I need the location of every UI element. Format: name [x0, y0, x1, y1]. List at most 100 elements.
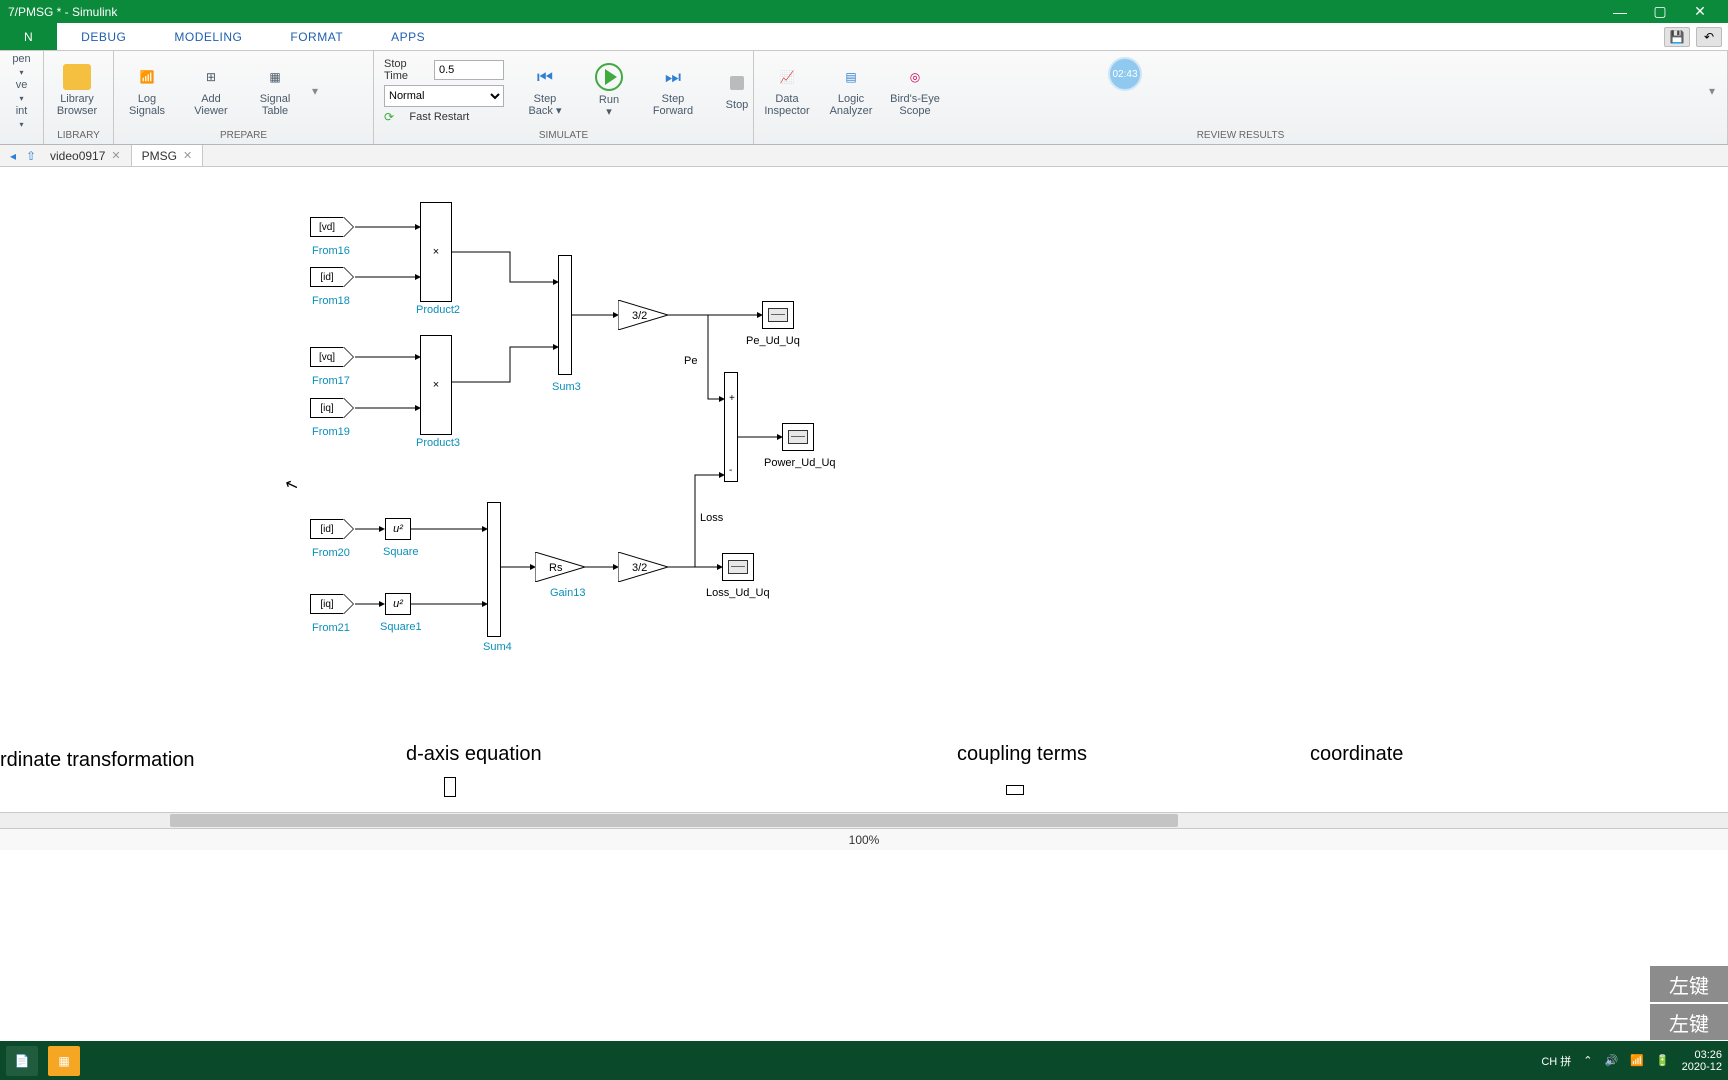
gain-rs-block[interactable]: Rs	[535, 552, 585, 582]
undo-icon[interactable]: ↶	[1696, 27, 1722, 47]
logic-analyzer-button[interactable]: ▤Logic Analyzer	[824, 64, 878, 117]
run-button[interactable]: Run ▾	[582, 63, 636, 118]
clock[interactable]: 03:26	[1682, 1049, 1722, 1061]
block-label: Product2	[416, 304, 460, 316]
save-icon[interactable]: 💾	[1664, 27, 1690, 47]
sum4-block[interactable]	[487, 502, 501, 637]
scope-pe[interactable]	[762, 301, 794, 329]
tray-wifi-icon[interactable]: 📶	[1630, 1054, 1644, 1067]
group-simulate: SIMULATE	[380, 128, 747, 142]
wifi-icon: 📶	[133, 64, 161, 90]
overlay-text: 左键	[1650, 1004, 1728, 1040]
sum3-block[interactable]	[558, 255, 572, 375]
nav-back-icon[interactable]: ◂	[4, 148, 22, 164]
file-tab-pmsg[interactable]: PMSG✕	[132, 145, 204, 166]
close-button[interactable]: ✕	[1680, 3, 1720, 20]
viewer-icon: ⊞	[197, 64, 225, 90]
tray-chevron-icon[interactable]: ⌃	[1583, 1054, 1592, 1067]
sim-mode-select[interactable]: Normal	[384, 85, 504, 107]
scroll-thumb[interactable]	[170, 814, 1178, 827]
ime-indicator[interactable]: CH 拼	[1541, 1053, 1571, 1069]
eye-icon: ◎	[901, 64, 929, 90]
step-back-button[interactable]: ⏮Step Back ▾	[518, 64, 572, 117]
square1-block[interactable]: u²	[385, 593, 411, 615]
signal-table-button[interactable]: ▦Signal Table	[248, 64, 302, 117]
annotation: d-axis equation	[406, 743, 542, 766]
tab-format[interactable]: FORMAT	[266, 23, 367, 50]
group-review: REVIEW RESULTS	[760, 128, 1721, 142]
table-icon: ▦	[261, 64, 289, 90]
add-viewer-button[interactable]: ⊞Add Viewer	[184, 64, 238, 117]
svg-text:3/2: 3/2	[632, 562, 647, 574]
tray-battery-icon[interactable]: 🔋	[1656, 1054, 1670, 1067]
library-browser-button[interactable]: Library Browser	[50, 64, 104, 117]
window-title: 7/PMSG * - Simulink	[8, 5, 1600, 19]
block-label: From21	[312, 622, 350, 634]
nav-up-icon[interactable]: ⇧	[22, 148, 40, 164]
nav-bar: ◂ ⇧ video0917✕ PMSG✕	[0, 145, 1728, 167]
step-forward-icon: ⏭	[659, 64, 687, 90]
tab-simulation[interactable]: N	[0, 23, 57, 50]
save-button[interactable]: ve	[16, 79, 28, 91]
taskbar[interactable]: 📄 ▦ CH 拼 ⌃ 🔊 📶 🔋 03:26 2020-12	[0, 1041, 1728, 1080]
scope-label: Loss_Ud_Uq	[706, 587, 770, 599]
close-tab-icon[interactable]: ✕	[183, 149, 192, 162]
maximize-button[interactable]: ▢	[1640, 3, 1680, 20]
scope-power[interactable]	[782, 423, 814, 451]
model-canvas[interactable]: [vd] From16 [id] From18 [vq] From17 [iq]…	[0, 167, 1728, 812]
product3-block[interactable]: ×	[420, 335, 452, 435]
scope-loss[interactable]	[722, 553, 754, 581]
date[interactable]: 2020-12	[1682, 1061, 1722, 1073]
tab-apps[interactable]: APPS	[367, 23, 449, 50]
file-tab-video[interactable]: video0917✕	[40, 145, 132, 166]
from-block-vq[interactable]: [vq]	[310, 347, 344, 367]
timer-badge: 02:43	[1108, 57, 1142, 91]
taskbar-app[interactable]: ▦	[48, 1046, 80, 1076]
taskbar-app[interactable]: 📄	[6, 1046, 38, 1076]
scope-icon	[768, 308, 788, 322]
svg-text:Rs: Rs	[549, 562, 563, 574]
product2-block[interactable]: ×	[420, 202, 452, 302]
signal-label-loss: Loss	[700, 512, 723, 524]
from-block-id[interactable]: [id]	[310, 267, 344, 287]
group-library: LIBRARY	[50, 128, 107, 142]
group-file	[6, 139, 37, 142]
block-stub[interactable]	[1006, 785, 1024, 795]
from-block-vd[interactable]: [vd]	[310, 217, 344, 237]
stop-time-input[interactable]	[434, 60, 504, 80]
fast-restart-button[interactable]: Fast Restart	[409, 111, 469, 123]
tray-volume-icon[interactable]: 🔊	[1605, 1054, 1619, 1067]
square-block[interactable]: u²	[385, 518, 411, 540]
scope-icon	[788, 430, 808, 444]
signal-label-pe: Pe	[684, 355, 697, 367]
gain-3-2a-block[interactable]: 3/2	[618, 300, 668, 330]
scope-label: Pe_Ud_Uq	[746, 335, 800, 347]
tab-debug[interactable]: DEBUG	[57, 23, 150, 50]
step-forward-button[interactable]: ⏭Step Forward	[646, 64, 700, 117]
close-tab-icon[interactable]: ✕	[111, 149, 120, 162]
wires	[0, 167, 1728, 812]
block-label: From20	[312, 547, 350, 559]
ribbon: pen▾ ve▾ int▾ Library Browser LIBRARY 📶L…	[0, 51, 1728, 145]
from-block-iq[interactable]: [iq]	[310, 398, 344, 418]
zoom-level[interactable]: 100%	[849, 833, 880, 847]
open-button[interactable]: pen	[12, 53, 30, 65]
gain-3-2b-block[interactable]: 3/2	[618, 552, 668, 582]
print-button[interactable]: int	[16, 105, 28, 117]
data-inspector-button[interactable]: 📈Data Inspector	[760, 64, 814, 117]
from-block-id2[interactable]: [id]	[310, 519, 344, 539]
h-scrollbar[interactable]	[0, 812, 1728, 828]
play-icon	[595, 63, 623, 91]
birds-eye-button[interactable]: ◎Bird's-Eye Scope	[888, 64, 942, 117]
minimize-button[interactable]: —	[1600, 4, 1640, 20]
log-signals-button[interactable]: 📶Log Signals	[120, 64, 174, 117]
tab-modeling[interactable]: MODELING	[150, 23, 266, 50]
scope-icon	[728, 560, 748, 574]
block-stub[interactable]	[444, 777, 456, 797]
annotation: coupling terms	[957, 743, 1087, 766]
title-bar: 7/PMSG * - Simulink — ▢ ✕	[0, 0, 1728, 23]
from-block-iq2[interactable]: [iq]	[310, 594, 344, 614]
svg-text:3/2: 3/2	[632, 310, 647, 322]
block-label: Square	[383, 546, 418, 558]
block-label: Gain13	[550, 587, 585, 599]
